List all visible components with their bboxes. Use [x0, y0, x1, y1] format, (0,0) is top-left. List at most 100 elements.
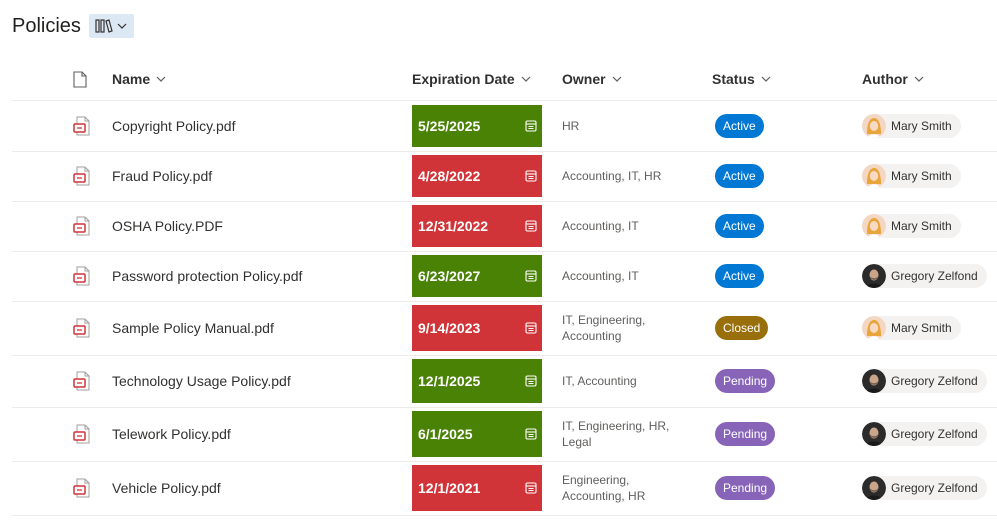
author-column-header[interactable]: Author [862, 58, 924, 100]
file-name-link[interactable]: OSHA Policy.PDF [112, 201, 223, 251]
author-cell[interactable]: Mary Smith [862, 301, 961, 355]
view-switcher-button[interactable] [88, 14, 134, 38]
calendar-icon [525, 120, 537, 132]
name-column-header[interactable]: Name [112, 58, 166, 100]
file-name-link[interactable]: Password protection Policy.pdf [112, 251, 302, 301]
expiration-date-cell[interactable]: 6/1/2025 [412, 411, 542, 457]
avatar [862, 422, 886, 446]
status-cell: Active [715, 101, 764, 151]
author-persona[interactable]: Mary Smith [862, 214, 961, 238]
expiration-date-cell[interactable]: 9/14/2023 [412, 305, 542, 351]
table-row[interactable]: Copyright Policy.pdf 5/25/2025 HR Active… [12, 101, 997, 152]
chevron-down-icon [117, 23, 127, 29]
file-type-cell [73, 151, 91, 201]
author-name: Mary Smith [891, 219, 952, 233]
avatar [862, 369, 886, 393]
expiration-date-cell[interactable]: 12/31/2022 [412, 205, 542, 247]
status-badge: Active [715, 164, 764, 188]
file-name-link[interactable]: Fraud Policy.pdf [112, 151, 212, 201]
expiration-date-column-header[interactable]: Expiration Date [412, 58, 531, 100]
author-persona[interactable]: Mary Smith [862, 114, 961, 138]
file-name-link[interactable]: Copyright Policy.pdf [112, 101, 235, 151]
avatar [862, 164, 886, 188]
author-cell[interactable]: Gregory Zelfond [862, 251, 987, 301]
author-cell[interactable]: Mary Smith [862, 151, 961, 201]
expiration-date-value: 12/1/2021 [418, 480, 481, 496]
author-persona[interactable]: Gregory Zelfond [862, 369, 987, 393]
pdf-file-icon [73, 216, 90, 236]
file-name-link[interactable]: Sample Policy Manual.pdf [112, 301, 274, 355]
status-cell: Active [715, 151, 764, 201]
file-type-column-header[interactable] [73, 58, 87, 100]
author-name: Gregory Zelfond [891, 427, 978, 441]
status-cell: Active [715, 201, 764, 251]
table-row[interactable]: Password protection Policy.pdf 6/23/2027… [12, 251, 997, 302]
name-column-label: Name [112, 71, 151, 87]
expiration-date-value: 9/14/2023 [418, 320, 481, 336]
owner-cell: HR [562, 119, 580, 133]
pdf-file-icon [73, 166, 90, 186]
owner-cell: IT, Engineering, HR, Legal [562, 419, 670, 449]
pdf-file-icon [73, 424, 90, 444]
author-name: Gregory Zelfond [891, 269, 978, 283]
expiration-date-value: 5/25/2025 [418, 118, 481, 134]
calendar-icon [525, 428, 537, 440]
author-cell[interactable]: Gregory Zelfond [862, 461, 987, 515]
table-row[interactable]: Telework Policy.pdf 6/1/2025 IT, Enginee… [12, 407, 997, 462]
expiration-date-cell[interactable]: 6/23/2027 [412, 255, 542, 297]
expiration-date-value: 6/1/2025 [418, 426, 473, 442]
status-cell: Pending [715, 461, 776, 515]
status-cell: Pending [715, 355, 776, 407]
avatar [862, 114, 886, 138]
chevron-down-icon [914, 76, 924, 82]
chevron-down-icon [156, 76, 166, 82]
author-persona[interactable]: Mary Smith [862, 164, 961, 188]
file-name-link[interactable]: Telework Policy.pdf [112, 407, 231, 461]
author-cell[interactable]: Mary Smith [862, 201, 961, 251]
author-column-label: Author [862, 71, 908, 87]
title-bar: Policies [12, 12, 134, 40]
author-cell[interactable]: Gregory Zelfond [862, 407, 987, 461]
owner-column-header[interactable]: Owner [562, 58, 622, 100]
table-row[interactable]: OSHA Policy.PDF 12/31/2022 Accounting, I… [12, 201, 997, 252]
expiration-date-cell[interactable]: 12/1/2025 [412, 359, 542, 403]
file-type-cell [73, 355, 91, 407]
document-icon [73, 70, 87, 88]
author-persona[interactable]: Gregory Zelfond [862, 264, 987, 288]
author-name: Gregory Zelfond [891, 374, 978, 388]
table-row[interactable]: Technology Usage Policy.pdf 12/1/2025 IT… [12, 355, 997, 408]
calendar-icon [525, 220, 537, 232]
expiration-date-cell[interactable]: 4/28/2022 [412, 155, 542, 197]
table-row[interactable]: Vehicle Policy.pdf 12/1/2021 Engineering… [12, 461, 997, 516]
file-type-cell [73, 251, 91, 301]
file-name-link[interactable]: Technology Usage Policy.pdf [112, 355, 291, 407]
author-persona[interactable]: Mary Smith [862, 316, 961, 340]
owner-cell: Accounting, IT [562, 219, 639, 233]
author-cell[interactable]: Gregory Zelfond [862, 355, 987, 407]
avatar [862, 214, 886, 238]
owner-cell: IT, Engineering, Accounting [562, 313, 646, 343]
pdf-file-icon [73, 478, 90, 498]
expiration-date-cell[interactable]: 5/25/2025 [412, 105, 542, 147]
status-badge: Pending [715, 422, 776, 446]
file-type-cell [73, 407, 91, 461]
author-persona[interactable]: Gregory Zelfond [862, 476, 987, 500]
status-column-label: Status [712, 71, 755, 87]
library-view-icon [95, 19, 114, 33]
column-header-row: Name Expiration Date Owner Status Author [12, 58, 997, 101]
calendar-icon [525, 375, 537, 387]
owner-column-label: Owner [562, 71, 606, 87]
expiration-date-value: 4/28/2022 [418, 168, 481, 184]
status-column-header[interactable]: Status [712, 58, 771, 100]
table-row[interactable]: Sample Policy Manual.pdf 9/14/2023 IT, E… [12, 301, 997, 356]
owner-cell: Accounting, IT [562, 269, 639, 283]
author-name: Mary Smith [891, 321, 952, 335]
author-persona[interactable]: Gregory Zelfond [862, 422, 987, 446]
status-cell: Closed [715, 301, 769, 355]
file-name-link[interactable]: Vehicle Policy.pdf [112, 461, 221, 515]
table-row[interactable]: Fraud Policy.pdf 4/28/2022 Accounting, I… [12, 151, 997, 202]
avatar [862, 316, 886, 340]
expiration-date-cell[interactable]: 12/1/2021 [412, 465, 542, 511]
author-cell[interactable]: Mary Smith [862, 101, 961, 151]
calendar-icon [525, 170, 537, 182]
